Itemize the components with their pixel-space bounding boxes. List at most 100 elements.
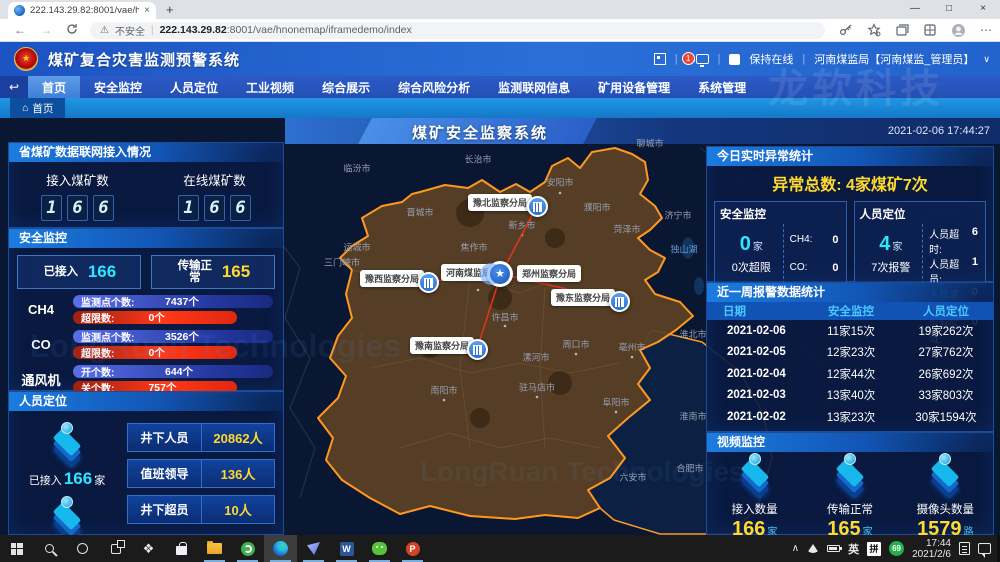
tab-close-icon[interactable]: × — [144, 5, 150, 16]
forward-icon[interactable]: → — [40, 23, 52, 37]
map-city-label: 安阳市 — [546, 176, 573, 189]
browser-toolbar-icons: ⋯ — [839, 23, 993, 38]
maximize-button[interactable]: □ — [932, 0, 966, 19]
panel-title: 人员定位 — [9, 392, 283, 411]
battery-icon[interactable] — [827, 545, 840, 552]
browser-urlbar: ← → ⚠ 不安全 | 222.143.29.82:8001/vae/hnone… — [0, 19, 1000, 42]
nav-item-personnel[interactable]: 人员定位 — [156, 76, 232, 98]
keep-online-label: 保持在线 — [749, 51, 793, 67]
branch-marker-label[interactable]: 豫东监察分局 — [551, 289, 615, 306]
search-icon[interactable] — [33, 535, 66, 562]
dashboard: 煤矿安全监察系统 2021-02-06 17:44:27 临汾市 长治市 安阳市… — [0, 118, 1000, 535]
nav-item-network-info[interactable]: 监测联网信息 — [484, 76, 584, 98]
map-city-label: 淮南市 — [679, 410, 706, 423]
points-bar: 监测点个数:3526个 — [73, 330, 273, 343]
map-city-label: 聊城市 — [636, 137, 663, 150]
ime-icon[interactable]: 拼 — [867, 542, 881, 556]
table-row[interactable]: 2021-02-0412家44次26家692次 — [707, 363, 993, 385]
branch-building-icon[interactable] — [467, 339, 488, 360]
back-icon[interactable]: ← — [14, 23, 26, 37]
branch-marker-label[interactable]: 豫西监察分局 — [360, 270, 424, 287]
nav-item-equipment[interactable]: 矿用设备管理 — [584, 76, 684, 98]
collections-icon[interactable] — [895, 23, 909, 37]
word-icon[interactable] — [330, 535, 363, 562]
file-explorer-icon[interactable] — [198, 535, 231, 562]
account-name[interactable]: 河南煤监局【河南煤监_管理员】 — [814, 51, 974, 67]
branch-building-icon[interactable] — [418, 272, 439, 293]
chevron-down-icon[interactable]: ∨ — [983, 54, 990, 65]
table-row: 井下人员 20862人 — [127, 423, 275, 452]
branch-building-icon[interactable] — [609, 291, 630, 312]
nav-item-safety[interactable]: 安全监控 — [80, 76, 156, 98]
monitor-icon[interactable] — [696, 54, 709, 64]
browser-menu-icon[interactable]: ⋯ — [980, 23, 993, 37]
new-tab-button[interactable]: + — [166, 2, 174, 17]
antivirus-score-badge[interactable]: 69 — [889, 541, 904, 556]
table-row[interactable]: 2021-02-0213家23次30家1594次 — [707, 406, 993, 428]
notification-center-icon[interactable] — [978, 543, 991, 554]
360-browser-icon[interactable] — [231, 535, 264, 562]
table-row: 值班领导 136人 — [127, 459, 275, 488]
breadcrumb[interactable]: ⌂ 首页 — [10, 98, 65, 118]
video-stat: 摄像头数量 1579路 — [898, 452, 993, 535]
microsoft-store-icon[interactable] — [165, 535, 198, 562]
minimize-button[interactable]: — — [898, 0, 932, 19]
profile-avatar[interactable] — [951, 23, 966, 38]
map-city-label: 六安市 — [619, 471, 646, 484]
browser-tab[interactable]: 222.143.29.82:8001/vae/hnonem × — [8, 2, 156, 19]
wifi-icon[interactable] — [807, 544, 819, 553]
map-city-label: 许昌市 — [491, 311, 518, 324]
hq-star-icon[interactable]: ★ — [487, 261, 513, 287]
table-header: 日期 安全监控 人员定位 — [707, 302, 993, 320]
nav-item-home[interactable]: 首页 — [28, 76, 80, 98]
start-button[interactable] — [0, 535, 33, 562]
edge-browser-icon[interactable] — [264, 535, 297, 562]
qr-code-icon[interactable] — [654, 53, 666, 65]
tray-expand-icon[interactable]: ∧ — [792, 543, 799, 554]
table-row[interactable]: 2021-02-0313家40次33家803次 — [707, 385, 993, 407]
points-bar: 监测点个数:7437个 — [73, 295, 273, 308]
cortana-icon[interactable] — [66, 535, 99, 562]
site-favicon — [14, 5, 25, 16]
password-key-icon[interactable] — [839, 23, 853, 37]
security-label[interactable]: 不安全 — [115, 23, 145, 38]
close-button[interactable]: × — [966, 0, 1000, 19]
nav-item-video[interactable]: 工业视频 — [232, 76, 308, 98]
url-text[interactable]: 222.143.29.82:8001/vae/hnonemap/iframede… — [160, 24, 412, 36]
task-view-icon[interactable] — [99, 535, 132, 562]
branch-marker-label[interactable]: 豫南监察分局 — [410, 337, 474, 354]
digit-box: 1 — [41, 195, 62, 221]
nav-collapse-icon[interactable]: ↩ — [0, 76, 28, 98]
panel-title: 安全监控 — [9, 229, 283, 248]
refresh-icon[interactable] — [66, 23, 78, 38]
address-bar[interactable]: ⚠ 不安全 | 222.143.29.82:8001/vae/hnonemap/… — [90, 22, 825, 39]
input-language-indicator[interactable]: 英 — [848, 541, 859, 557]
powerpoint-icon[interactable] — [396, 535, 429, 562]
nav-item-system[interactable]: 系统管理 — [684, 76, 760, 98]
pinned-app-icon[interactable]: ❖ — [132, 535, 165, 562]
table-row[interactable]: 2021-02-0611家15次19家262次 — [707, 320, 993, 342]
branch-marker-label[interactable]: 豫北监察分局 — [468, 194, 532, 211]
favorites-star-icon[interactable] — [867, 23, 881, 37]
tab-groups-icon[interactable] — [923, 23, 937, 37]
mail-app-icon[interactable] — [297, 535, 330, 562]
notification-badge: 1 — [682, 52, 695, 65]
keep-online-checkbox[interactable] — [729, 54, 740, 65]
connected-mines-counter: 接入煤矿数 1 6 6 — [9, 162, 146, 221]
digit-box: 6 — [67, 195, 88, 221]
table-row[interactable]: 2021-02-0512家23次27家762次 — [707, 342, 993, 364]
app-header: 煤矿复合灾害监测预警系统 | 1 | 保持在线 | 河南煤监局【河南煤监_管理员… — [0, 42, 1000, 76]
abnormal-safety-box: 安全监控 0家 0次超限 CH4:0 CO:0 — [714, 201, 847, 285]
panel-title: 省煤矿数据联网接入情况 — [9, 143, 283, 162]
panel-title: 近一周报警数据统计 — [707, 283, 993, 302]
nav-item-display[interactable]: 综合展示 — [308, 76, 384, 98]
branch-marker-label[interactable]: 郑州监察分局 — [517, 265, 581, 282]
co-meter: CO 监测点个数:3526个 超限数:0个 — [9, 330, 273, 359]
branch-building-icon[interactable] — [527, 196, 548, 217]
fan-meter: 通风机 开个数:644个 关个数:757个 — [9, 365, 273, 394]
sticky-notes-icon[interactable] — [959, 542, 970, 555]
nav-item-risk[interactable]: 综合风险分析 — [384, 76, 484, 98]
screen: 222.143.29.82:8001/vae/hnonem × + — □ × … — [0, 0, 1000, 562]
taskbar-clock[interactable]: 17:44 2021/2/6 — [912, 538, 951, 560]
wechat-icon[interactable] — [363, 535, 396, 562]
